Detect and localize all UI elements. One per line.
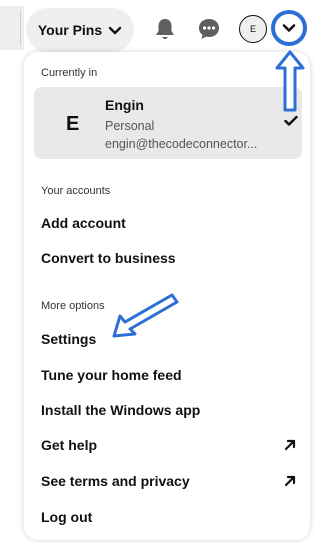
log-out-item[interactable]: Log out (41, 509, 92, 525)
account-email: engin@thecodeconnector... (105, 137, 258, 151)
your-pins-button[interactable]: Your Pins (26, 8, 134, 52)
notifications-button[interactable] (150, 14, 180, 44)
profile-avatar-button[interactable]: E (239, 15, 267, 43)
accounts-menu-button[interactable] (271, 10, 307, 46)
currently-in-label: Currently in (41, 67, 98, 79)
account-initial: E (66, 113, 80, 135)
messages-button[interactable] (194, 14, 224, 44)
account-dropdown-menu: Currently in E Engin Personal engin@thec… (24, 52, 310, 540)
divider (20, 10, 21, 46)
chevron-down-icon (108, 26, 122, 35)
checkmark-icon (284, 115, 298, 126)
get-help-item[interactable]: Get help (41, 437, 97, 453)
arrow-up-right-icon (284, 475, 296, 487)
account-name: Engin (105, 97, 144, 113)
terms-privacy-item[interactable]: See terms and privacy (41, 473, 190, 489)
add-account-item[interactable]: Add account (41, 215, 126, 231)
chevron-down-icon (282, 24, 296, 32)
settings-item[interactable]: Settings (41, 331, 96, 347)
more-options-label: More options (41, 300, 105, 312)
your-accounts-label: Your accounts (41, 185, 111, 197)
convert-to-business-item[interactable]: Convert to business (41, 250, 176, 266)
account-type: Personal (105, 119, 155, 133)
bell-icon (156, 19, 174, 39)
tune-home-feed-item[interactable]: Tune your home feed (41, 367, 182, 383)
chat-bubble-icon (199, 19, 219, 39)
avatar-initial: E (249, 24, 256, 34)
page: Your Pins E Currently in E Engin Persona… (0, 0, 314, 543)
current-account-card[interactable]: E Engin Personal engin@thecodeconnector.… (34, 87, 302, 159)
install-windows-app-item[interactable]: Install the Windows app (41, 402, 200, 418)
your-pins-label: Your Pins (37, 22, 103, 38)
arrow-up-right-icon (284, 439, 296, 451)
